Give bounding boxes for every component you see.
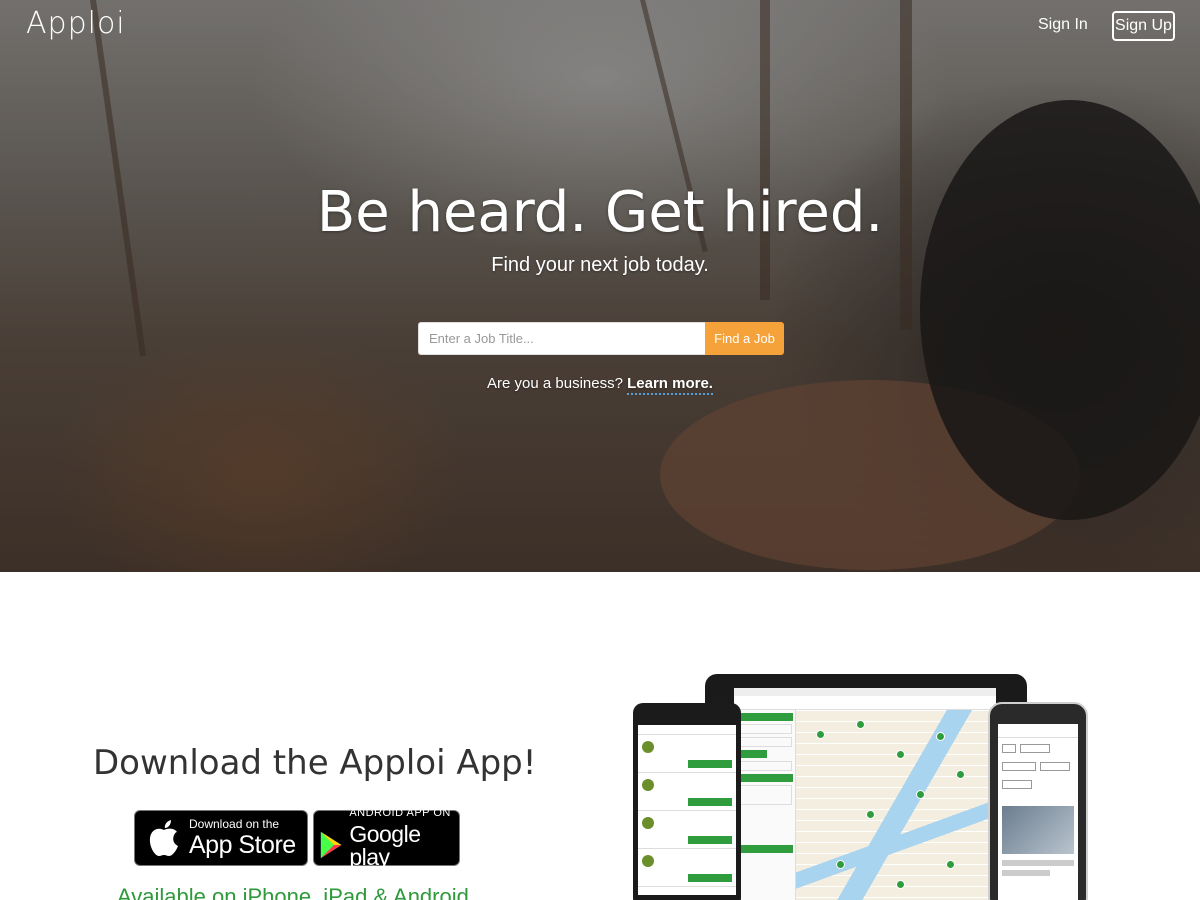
apploi-logo[interactable]: Apploi [26,6,126,41]
app-store-big-text: App Store [189,831,296,859]
hero-overlay [0,0,1200,572]
iphone-screen [998,724,1078,900]
learn-more-link[interactable]: Learn more. [627,375,713,395]
map-view [796,710,996,900]
android-phone-screen [638,725,736,895]
tablet-device-image [705,674,1027,900]
sign-in-link[interactable]: Sign In [1038,16,1088,34]
app-download-title: Download the Apploi App! [93,743,537,783]
android-phone-image [633,703,741,900]
job-title-search-input[interactable] [418,322,705,355]
sign-up-button[interactable]: Sign Up [1112,11,1175,41]
app-store-small-text: Download on the [189,817,280,831]
apple-icon [149,820,178,856]
app-store-text: Download on the App Store [189,818,296,858]
iphone-image [988,702,1088,900]
tablet-screen [734,688,996,900]
find-a-job-button[interactable]: Find a Job [705,322,784,355]
hero-subhead: Find your next job today. [491,254,709,276]
hero-headline: Be heard. Get hired. [316,180,884,245]
hero-banner: Apploi Sign In Sign Up Be heard. Get hir… [0,0,1200,572]
google-play-big-text: Google play [349,820,421,870]
google-play-badge[interactable]: ANDROID APP ON Google play [313,806,460,870]
google-play-text: ANDROID APP ON Google play [349,806,459,870]
video-thumbnail [1002,806,1074,854]
app-store-badge[interactable]: Download on the App Store [134,810,308,866]
google-play-icon [320,831,342,859]
tablet-sidebar [734,710,796,900]
available-platforms-text: Available on iPhone, iPad & Android [117,884,469,900]
google-play-small-text: ANDROID APP ON [349,806,451,819]
business-prompt: Are you a business? Learn more. [0,375,1200,395]
business-question: Are you a business? [487,375,623,392]
